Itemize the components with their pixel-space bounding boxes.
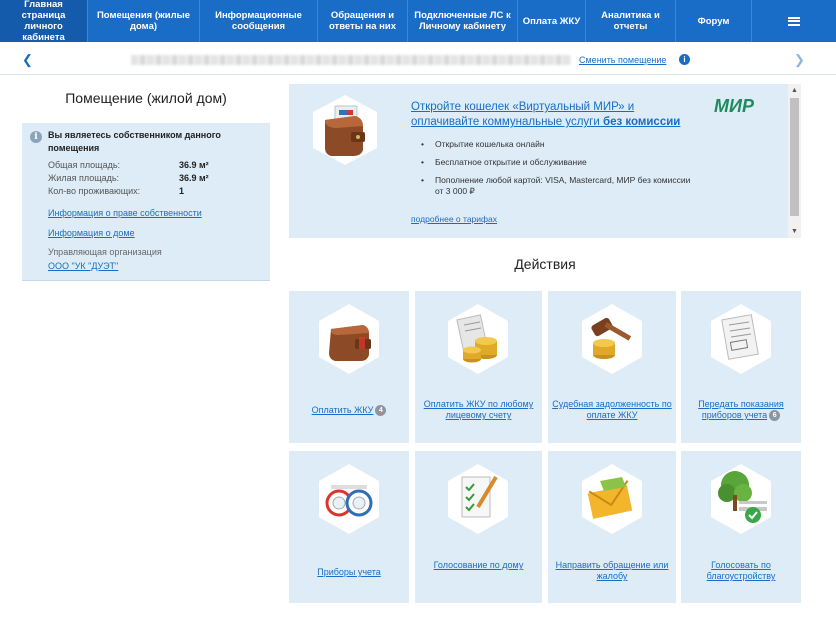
nav-premises-label: Помещения (жилые дома) [96,10,191,32]
top-navigation: Главная страница личного кабинета Помеще… [0,0,836,43]
hamburger-icon [788,16,800,26]
coins-receipt-icon [448,304,508,374]
total-area-label: Общая площадь: [48,160,121,170]
address-bar: ❮ ❯ [0,44,836,75]
gavel-coins-icon [582,304,642,374]
premise-title: Помещение (жилой дом) [65,90,227,106]
promo-bullet: Пополнение любой картой: VISA, Mastercar… [421,175,701,197]
nav-home[interactable]: Главная страница личного кабинета [0,0,88,43]
action-improvement-voting-label[interactable]: Голосовать по благоустройству [685,560,797,582]
scroll-down-icon[interactable]: ▼ [790,227,799,236]
mir-logo: МИР [714,96,754,116]
submit-readings-count-badge: 6 [769,410,781,422]
actions-title: Действия [514,256,576,272]
nav-forum-label: Форум [697,15,730,27]
promo-scrollbar[interactable]: ▲ ▼ [788,84,801,238]
change-premise-link[interactable]: Сменить помещение [579,55,666,65]
promo-title-bold: без комиссии [602,116,681,128]
living-area-row: Жилая площадь: 36.9 м² [48,173,209,183]
prev-premise-arrow-icon[interactable]: ❮ [22,52,33,68]
total-area-row: Общая площадь: 36.9 м² [48,160,209,170]
residents-row: Кол-во проживающих: 1 [48,186,184,196]
nav-info-messages-label: Информационные сообщения [215,10,302,32]
action-house-voting[interactable]: Голосование по дому [415,451,542,603]
promo-title-text: Откройте кошелек «Виртуальный МИР» и опл… [411,101,635,128]
promo-bullet: Открытие кошелька онлайн [421,139,701,150]
water-meters-icon [319,464,379,534]
nav-connected-accounts[interactable]: Подключенные ЛС к Личному кабинету [408,0,518,42]
nav-forum[interactable]: Форум [676,0,752,42]
wallet-promo-icon [313,95,377,165]
action-pay-utilities-label: Оплатить ЖКУ [311,405,374,415]
living-area-value: 36.9 м² [179,173,209,183]
residents-label: Кол-во проживающих: [48,186,141,196]
action-send-complaint[interactable]: Направить обращение или жалобу [548,451,676,603]
menu-button[interactable] [752,0,836,42]
meter-receipt-icon [711,304,771,374]
checklist-pen-icon [448,464,508,534]
nav-payment-label: Оплата ЖКУ [522,15,581,27]
nav-analytics[interactable]: Аналитика и отчеты [586,0,676,42]
action-court-debt[interactable]: Судебная задолженность по оплате ЖКУ [548,291,676,443]
action-meters-label[interactable]: Приборы учета [293,567,405,578]
action-submit-readings-link[interactable]: Передать показания приборов учета 6 [685,399,797,422]
tariffs-link[interactable]: подробнее о тарифах [411,214,497,224]
promo-bullets: Открытие кошелька онлайн Бесплатное откр… [421,139,701,204]
nav-home-label: Главная страница личного кабинета [21,0,66,43]
envelope-icon [582,464,642,534]
action-submit-readings[interactable]: Передать показания приборов учета 6 [681,291,801,443]
house-info-link[interactable]: Информация о доме [48,228,135,238]
info-circle-icon: i [30,131,42,143]
nav-appeals-label: Обращения и ответы на них [328,10,397,32]
nav-connected-accounts-label: Подключенные ЛС к Личному кабинету [414,10,511,32]
nav-analytics-label: Аналитика и отчеты [601,10,660,32]
tree-bench-icon [711,464,771,534]
action-pay-utilities-link[interactable]: Оплатить ЖКУ 4 [293,405,405,417]
premise-info-panel: i Вы являетесь собственником данного пом… [22,123,270,281]
action-house-voting-label[interactable]: Голосование по дому [419,560,538,571]
scroll-thumb[interactable] [790,98,799,216]
action-court-debt-label[interactable]: Судебная задолженность по оплате ЖКУ [552,399,672,421]
ownership-info-link[interactable]: Информация о праве собственности [48,208,202,218]
action-pay-any-account-label[interactable]: Оплатить ЖКУ по любому лицевому счету [419,399,538,421]
nav-info-messages[interactable]: Информационные сообщения [200,0,318,42]
scroll-up-icon[interactable]: ▲ [790,86,799,95]
owner-notice: Вы являетесь собственником данного помещ… [48,130,221,153]
nav-appeals[interactable]: Обращения и ответы на них [318,0,408,42]
pay-utilities-count-badge: 4 [375,405,387,417]
promo-banner: Откройте кошелек «Виртуальный МИР» и опл… [289,84,801,238]
promo-bullet: Бесплатное открытие и обслуживание [421,157,701,168]
action-pay-utilities[interactable]: Оплатить ЖКУ 4 [289,291,409,443]
management-org-label: Управляющая организация [48,247,162,257]
action-meters[interactable]: Приборы учета [289,451,409,603]
management-org-link[interactable]: ООО "УК "ДУЭТ" [48,261,118,271]
next-premise-arrow-icon[interactable]: ❯ [794,52,805,68]
action-send-complaint-label[interactable]: Направить обращение или жалобу [552,560,672,582]
nav-premises[interactable]: Помещения (жилые дома) [88,0,200,42]
promo-title-link[interactable]: Откройте кошелек «Виртуальный МИР» и опл… [411,100,701,130]
residents-value: 1 [179,186,185,196]
action-improvement-voting[interactable]: Голосовать по благоустройству [681,451,801,603]
nav-payment[interactable]: Оплата ЖКУ [518,0,586,42]
action-pay-any-account[interactable]: Оплатить ЖКУ по любому лицевому счету [415,291,542,443]
total-area-value: 36.9 м² [179,160,209,170]
info-icon[interactable]: i [679,54,690,65]
living-area-label: Жилая площадь: [48,173,120,183]
wallet-icon [319,304,379,374]
blurred-address [131,55,571,65]
